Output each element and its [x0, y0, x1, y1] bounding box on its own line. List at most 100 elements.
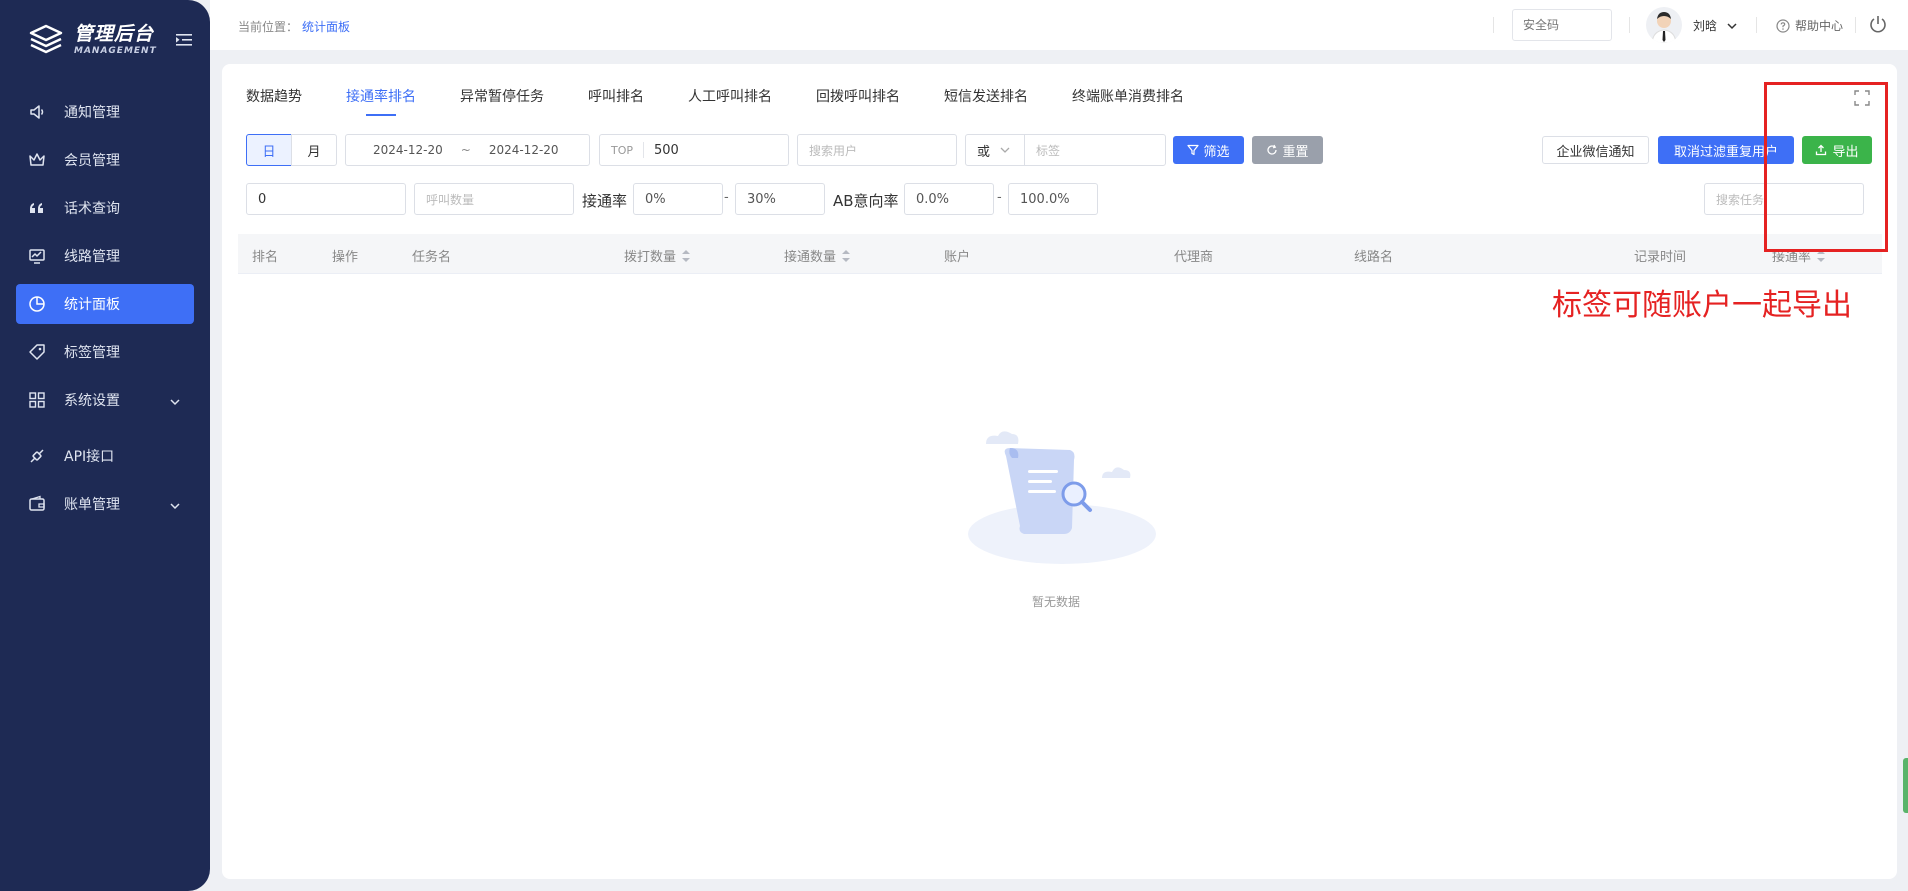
tab-connect-rate-ranking[interactable]: 接通率排名 — [346, 86, 416, 116]
tab-abnormal-paused-tasks[interactable]: 异常暂停任务 — [460, 86, 544, 116]
top-value: 500 — [654, 142, 679, 158]
connect-rate-min-value: 0% — [645, 191, 666, 207]
tab-data-trend[interactable]: 数据趋势 — [246, 86, 302, 116]
grid-icon — [28, 391, 46, 409]
crown-icon — [28, 151, 46, 169]
tab-bar: 数据趋势 接通率排名 异常暂停任务 呼叫排名 人工呼叫排名 回拨呼叫排名 短信发… — [246, 86, 1228, 116]
chevron-down-icon[interactable] — [1727, 19, 1737, 34]
refresh-icon — [1266, 144, 1278, 156]
help-center-label: 帮助中心 — [1795, 19, 1844, 33]
call-count-placeholder: 呼叫数量 — [426, 192, 475, 207]
logic-select[interactable]: 或 — [965, 134, 1025, 166]
filter-icon — [1187, 144, 1200, 156]
min-count-value: 0 — [258, 191, 267, 207]
search-task-placeholder: 搜索任务 — [1716, 192, 1765, 207]
column-header-connect-count[interactable]: 接通数量 — [784, 246, 851, 265]
divider — [1629, 17, 1630, 33]
sidebar: 管理后台 MANAGEMENT 通知管理 会员管理 话术查询 线路管理 统计面板… — [0, 0, 210, 891]
help-icon — [1776, 18, 1790, 33]
sort-icon[interactable] — [842, 249, 851, 262]
month-toggle-button[interactable]: 月 — [291, 134, 337, 166]
sidebar-item-settings[interactable]: 系统设置 — [16, 380, 194, 420]
divider — [1756, 17, 1757, 33]
speaker-icon — [28, 103, 46, 121]
sidebar-item-scripts[interactable]: 话术查询 — [16, 188, 194, 228]
app-subtitle: MANAGEMENT — [74, 46, 157, 56]
connect-rate-max-input[interactable]: 30% — [735, 183, 825, 215]
tab-terminal-billing-ranking[interactable]: 终端账单消费排名 — [1072, 86, 1184, 116]
sort-icon[interactable] — [682, 249, 691, 262]
call-count-input[interactable]: 呼叫数量 — [414, 183, 574, 215]
column-header-account: 账户 — [944, 250, 971, 265]
connect-rate-label: 接通率 — [582, 192, 628, 210]
range-dash: - — [997, 190, 1002, 205]
sidebar-item-label: 统计面板 — [64, 297, 120, 313]
sidebar-item-label: 系统设置 — [64, 393, 120, 409]
pie-chart-icon — [28, 295, 46, 313]
sidebar-nav: 通知管理 会员管理 话术查询 线路管理 统计面板 标签管理 系统设置 API接口… — [16, 92, 194, 532]
wechat-notify-button[interactable]: 企业微信通知 — [1542, 136, 1649, 164]
annotation-highlight-box — [1764, 82, 1888, 252]
min-count-input[interactable]: 0 — [246, 183, 406, 215]
quote-icon — [28, 199, 46, 217]
table-header: 排名 操作 任务名 拨打数量 接通数量 账户 代理商 线路名 记录时间 接通率 — [238, 234, 1882, 274]
ab-intent-label: AB意向率 — [833, 192, 899, 210]
ab-intent-min-input[interactable]: 0.0% — [904, 183, 994, 215]
sidebar-item-members[interactable]: 会员管理 — [16, 140, 194, 180]
connect-rate-min-input[interactable]: 0% — [633, 183, 723, 215]
breadcrumb-current[interactable]: 统计面板 — [302, 20, 350, 34]
empty-state-text: 暂无数据 — [1032, 595, 1081, 609]
app-title: 管理后台 — [74, 23, 155, 45]
top-bar: 当前位置：统计面板 刘晗 帮助中心 — [210, 0, 1908, 50]
user-name[interactable]: 刘晗 — [1693, 17, 1717, 34]
ab-intent-max-input[interactable]: 100.0% — [1008, 183, 1098, 215]
sidebar-item-api[interactable]: API接口 — [16, 436, 194, 476]
search-user-input[interactable]: 搜索用户 — [797, 134, 957, 166]
sidebar-item-billing[interactable]: 账单管理 — [16, 484, 194, 524]
column-header-rank[interactable]: 排名 — [252, 246, 278, 265]
reset-button-label: 重置 — [1282, 144, 1309, 160]
sidebar-item-lines[interactable]: 线路管理 — [16, 236, 194, 276]
breadcrumb-prefix: 当前位置： — [238, 20, 299, 34]
connect-rate-max-value: 30% — [747, 191, 776, 207]
sidebar-item-label: 话术查询 — [64, 201, 120, 217]
breadcrumb: 当前位置： 统计面板 — [238, 18, 350, 35]
range-dash: - — [724, 190, 729, 205]
sidebar-item-tags[interactable]: 标签管理 — [16, 332, 194, 372]
tab-callback-ranking[interactable]: 回拨呼叫排名 — [816, 86, 900, 116]
tab-call-ranking[interactable]: 呼叫排名 — [588, 86, 644, 116]
date-range-picker[interactable]: 2024-12-20 ~ 2024-12-20 — [345, 134, 590, 166]
tab-sms-ranking[interactable]: 短信发送排名 — [944, 86, 1028, 116]
power-icon[interactable] — [1868, 14, 1888, 38]
avatar[interactable] — [1646, 7, 1682, 43]
wallet-icon — [28, 495, 46, 513]
search-user-placeholder: 搜索用户 — [809, 143, 858, 158]
side-widget-handle[interactable] — [1903, 758, 1908, 813]
sidebar-item-label: 会员管理 — [64, 153, 120, 169]
day-toggle-button[interactable]: 日 — [246, 134, 292, 166]
tag-select[interactable]: 标签 — [1024, 134, 1166, 166]
filter-button-label: 筛选 — [1203, 144, 1230, 160]
sidebar-item-notifications[interactable]: 通知管理 — [16, 92, 194, 132]
empty-state-illustration — [962, 426, 1162, 580]
chevron-down-icon — [1000, 146, 1010, 154]
sidebar-item-statistics[interactable]: 统计面板 — [16, 284, 194, 324]
column-header-record-time: 记录时间 — [1634, 250, 1687, 265]
security-code-input[interactable] — [1512, 9, 1612, 41]
top-n-input[interactable]: TOP 500 — [599, 134, 789, 166]
reset-button[interactable]: 重置 — [1252, 136, 1323, 164]
plug-icon — [28, 447, 46, 465]
help-center-link[interactable]: 帮助中心 — [1776, 17, 1843, 34]
layers-logo-icon — [28, 22, 64, 58]
logic-value: 或 — [977, 144, 991, 160]
date-end: 2024-12-20 — [488, 143, 559, 157]
tab-manual-call-ranking[interactable]: 人工呼叫排名 — [688, 86, 772, 116]
divider — [1855, 17, 1856, 33]
filter-button[interactable]: 筛选 — [1173, 136, 1244, 164]
sidebar-item-label: API接口 — [64, 449, 115, 465]
column-header-dial-count[interactable]: 拨打数量 — [624, 246, 691, 265]
chevron-down-icon — [170, 498, 180, 514]
ab-intent-max-value: 100.0% — [1020, 191, 1070, 207]
collapse-menu-icon[interactable] — [176, 33, 192, 47]
app-logo[interactable]: 管理后台 MANAGEMENT — [28, 22, 157, 58]
